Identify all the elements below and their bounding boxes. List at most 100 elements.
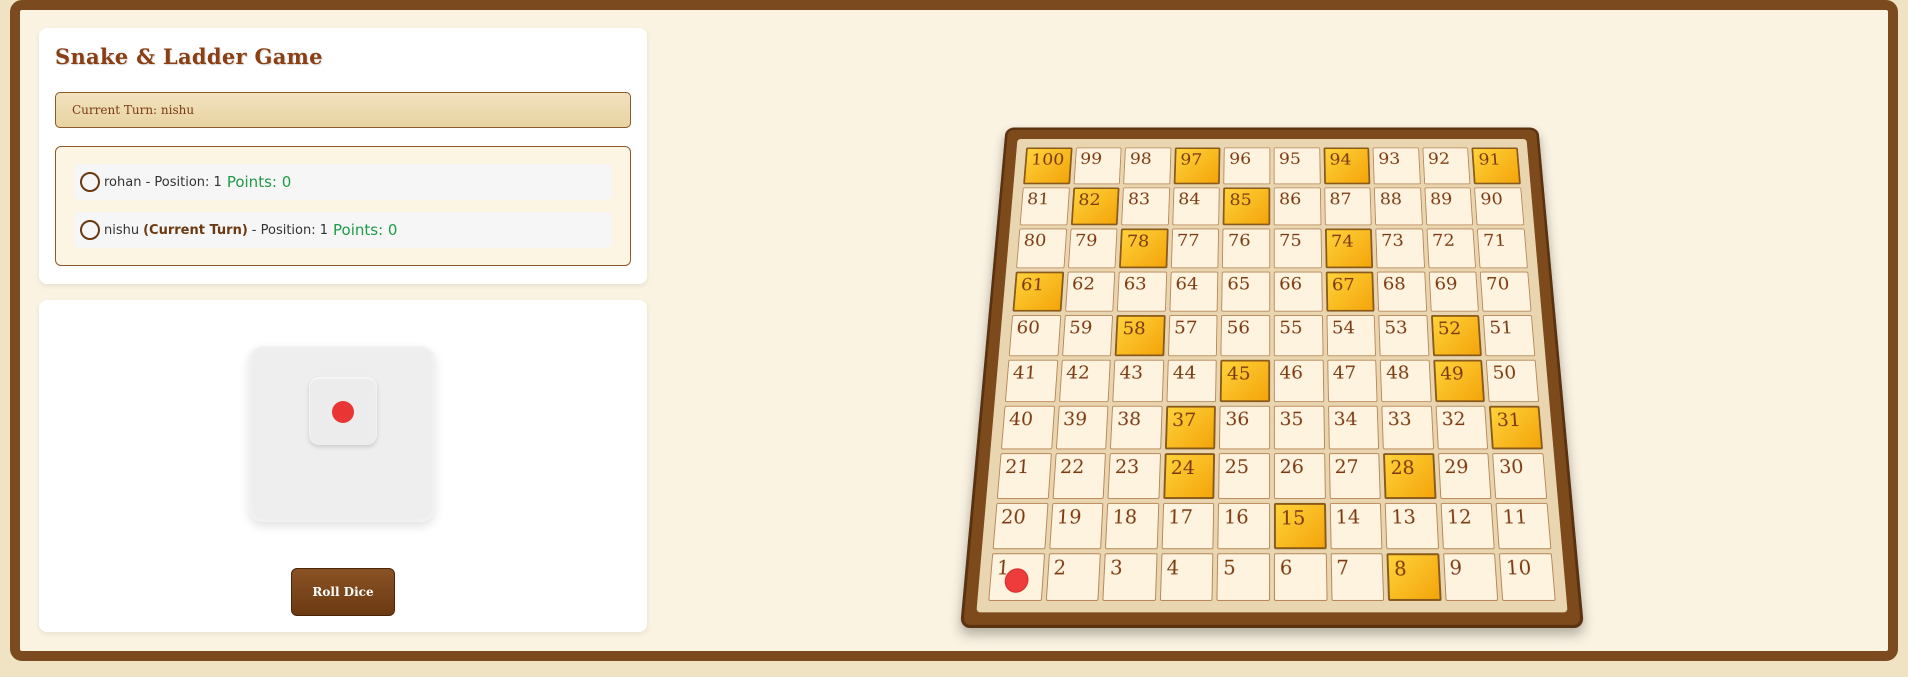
dice-area[interactable]	[249, 346, 435, 522]
board-cell-47: 47	[1326, 359, 1378, 403]
board-cell-83: 83	[1121, 187, 1170, 226]
board-cell-number: 69	[1434, 272, 1459, 294]
board-cell-number: 90	[1479, 189, 1504, 209]
board-cell-59: 59	[1061, 314, 1114, 357]
board-cell-85: 85	[1222, 187, 1271, 226]
board-cell-63: 63	[1117, 271, 1168, 312]
board-cell-37: 37	[1164, 405, 1217, 450]
board-cell-76: 76	[1222, 228, 1271, 268]
board-cell-number: 23	[1114, 455, 1140, 479]
board-cell-79: 79	[1067, 228, 1118, 268]
board-cell-number: 53	[1383, 316, 1409, 338]
board-cell-number: 77	[1176, 230, 1200, 251]
board-cell-number: 65	[1227, 272, 1251, 294]
board-cell-number: 66	[1279, 272, 1303, 294]
board-cell-number: 10	[1505, 555, 1533, 580]
board-cell-51: 51	[1483, 314, 1536, 357]
board-cell-81: 81	[1019, 187, 1070, 226]
board-cell-number: 52	[1437, 317, 1462, 339]
board-cell-number: 67	[1331, 273, 1356, 295]
board-cell-29: 29	[1437, 453, 1492, 499]
board-cell-50: 50	[1486, 359, 1540, 403]
board-cell-number: 100	[1030, 149, 1065, 169]
board-cell-number: 97	[1180, 149, 1203, 169]
board-cell-44: 44	[1166, 359, 1218, 403]
board-cell-number: 57	[1173, 316, 1198, 338]
board-cell-number: 42	[1065, 361, 1091, 384]
board-cell-88: 88	[1374, 187, 1423, 226]
board-cell-number: 89	[1429, 189, 1453, 209]
board-cell-number: 99	[1079, 149, 1103, 168]
board-cell-number: 72	[1431, 230, 1456, 251]
board-cell-11: 11	[1495, 502, 1552, 550]
board-cell-41: 41	[1004, 359, 1058, 403]
player-points: Points: 0	[333, 221, 398, 239]
board-cell-46: 46	[1273, 359, 1324, 403]
board-cell-number: 28	[1389, 456, 1416, 480]
board-cell-65: 65	[1221, 271, 1271, 312]
board-cell-7: 7	[1330, 553, 1385, 601]
game-info-panel: Snake & Ladder Game Current Turn: nishu …	[39, 28, 647, 284]
board-cell-number: 17	[1167, 504, 1194, 528]
board-cell-30: 30	[1492, 453, 1548, 499]
board-cell-16: 16	[1217, 502, 1271, 550]
board-cell-number: 95	[1278, 149, 1301, 168]
board-cell-number: 35	[1279, 407, 1304, 430]
board-cell-number: 80	[1022, 230, 1048, 251]
board-cell-39: 39	[1055, 405, 1109, 450]
board-cell-87: 87	[1323, 187, 1372, 226]
board-cell-2: 2	[1045, 553, 1102, 601]
board-cell-23: 23	[1107, 453, 1161, 499]
player-row: rohan - Position: 1 Points: 0	[74, 164, 612, 200]
board-cell-57: 57	[1167, 314, 1218, 357]
board-cell-90: 90	[1474, 187, 1525, 226]
board-cell-number: 59	[1068, 316, 1093, 338]
board-cell-number: 60	[1015, 316, 1041, 338]
dice[interactable]	[309, 377, 377, 445]
board-cell-34: 34	[1327, 405, 1380, 450]
board-cell-number: 4	[1166, 555, 1180, 580]
board-cell-48: 48	[1379, 359, 1432, 403]
board-cell-53: 53	[1378, 314, 1430, 357]
board-cell-number: 58	[1122, 317, 1147, 339]
board-cell-number: 41	[1012, 361, 1038, 384]
board-cell-number: 24	[1170, 456, 1196, 480]
board-cell-40: 40	[1000, 405, 1055, 450]
board-cell-number: 76	[1227, 230, 1251, 251]
board-cell-number: 18	[1112, 504, 1138, 528]
board-cell-91: 91	[1471, 147, 1521, 185]
board-cell-70: 70	[1480, 271, 1532, 312]
board-cell-number: 20	[1000, 504, 1027, 528]
board-cell-12: 12	[1440, 502, 1496, 550]
board-cell-77: 77	[1170, 228, 1220, 268]
board-cell-number: 64	[1175, 272, 1199, 294]
players-list: rohan - Position: 1 Points: 0 nishu (Cur…	[55, 146, 631, 266]
board-cell-number: 75	[1279, 230, 1302, 251]
board-cell-number: 2	[1052, 555, 1067, 580]
player-token-icon	[80, 172, 100, 192]
board-cell-22: 22	[1052, 453, 1107, 499]
board-cell-number: 68	[1382, 272, 1407, 294]
board-cell-6: 6	[1273, 553, 1328, 601]
board-cell-number: 56	[1226, 316, 1251, 338]
board-cell-number: 81	[1026, 189, 1051, 209]
board-cell-84: 84	[1172, 187, 1221, 226]
board-cell-number: 6	[1279, 555, 1293, 580]
board-cell-number: 88	[1379, 189, 1403, 209]
board-cell-number: 12	[1446, 504, 1473, 528]
roll-dice-button[interactable]: Roll Dice	[291, 568, 395, 616]
board-cell-number: 9	[1448, 555, 1463, 580]
player-token	[1003, 568, 1030, 593]
board-cell-number: 13	[1390, 504, 1417, 528]
board-cell-number: 7	[1336, 555, 1350, 580]
board-cell-25: 25	[1218, 453, 1271, 499]
board-cell-18: 18	[1105, 502, 1160, 550]
board-cell-64: 64	[1169, 271, 1219, 312]
player-position: - Position: 1	[141, 174, 222, 190]
board-cell-number: 29	[1443, 455, 1470, 479]
board-cell-number: 40	[1008, 407, 1034, 430]
board-cell-number: 98	[1129, 149, 1153, 168]
board-cell-69: 69	[1428, 271, 1480, 312]
board-cell-97: 97	[1173, 147, 1221, 185]
board-cell-number: 82	[1077, 189, 1102, 210]
